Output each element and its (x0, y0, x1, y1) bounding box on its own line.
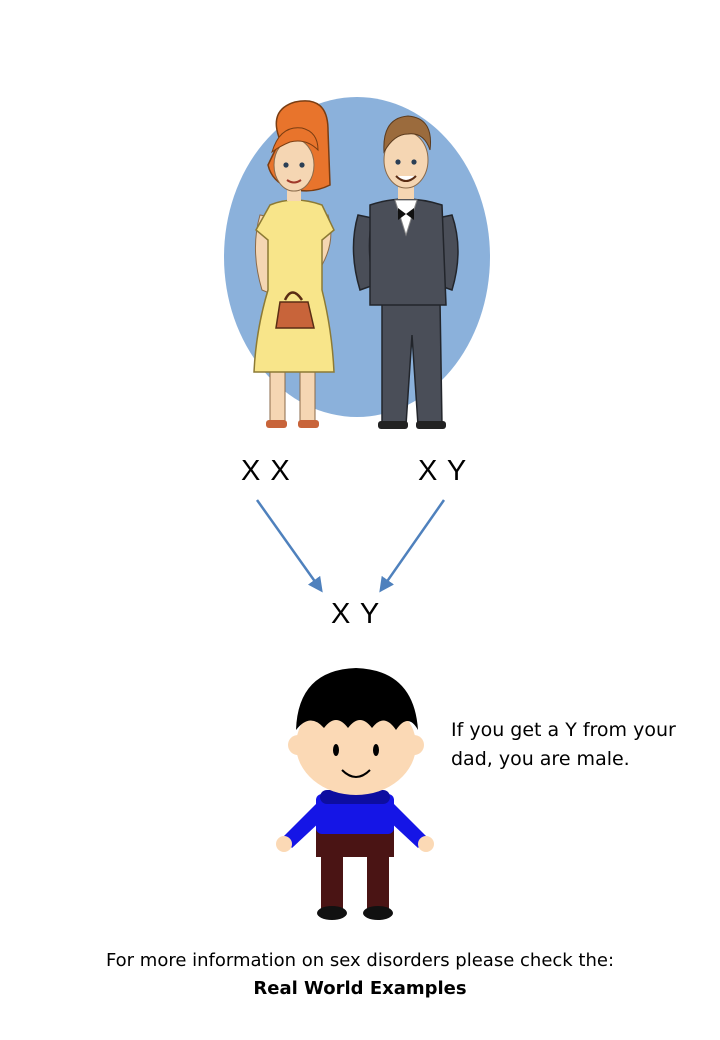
child-note-line2: dad, you are male. (451, 748, 630, 770)
arrow-from-mother (255, 499, 323, 593)
arrow-from-father (379, 499, 446, 593)
footer-info: For more information on sex disorders pl… (105, 950, 615, 971)
child-note-line1: If you get a Y from your (451, 719, 676, 741)
child-illustration (276, 668, 434, 920)
child-chromosomes: X Y (331, 598, 381, 630)
real-world-examples-link[interactable]: Real World Examples (0, 978, 720, 999)
